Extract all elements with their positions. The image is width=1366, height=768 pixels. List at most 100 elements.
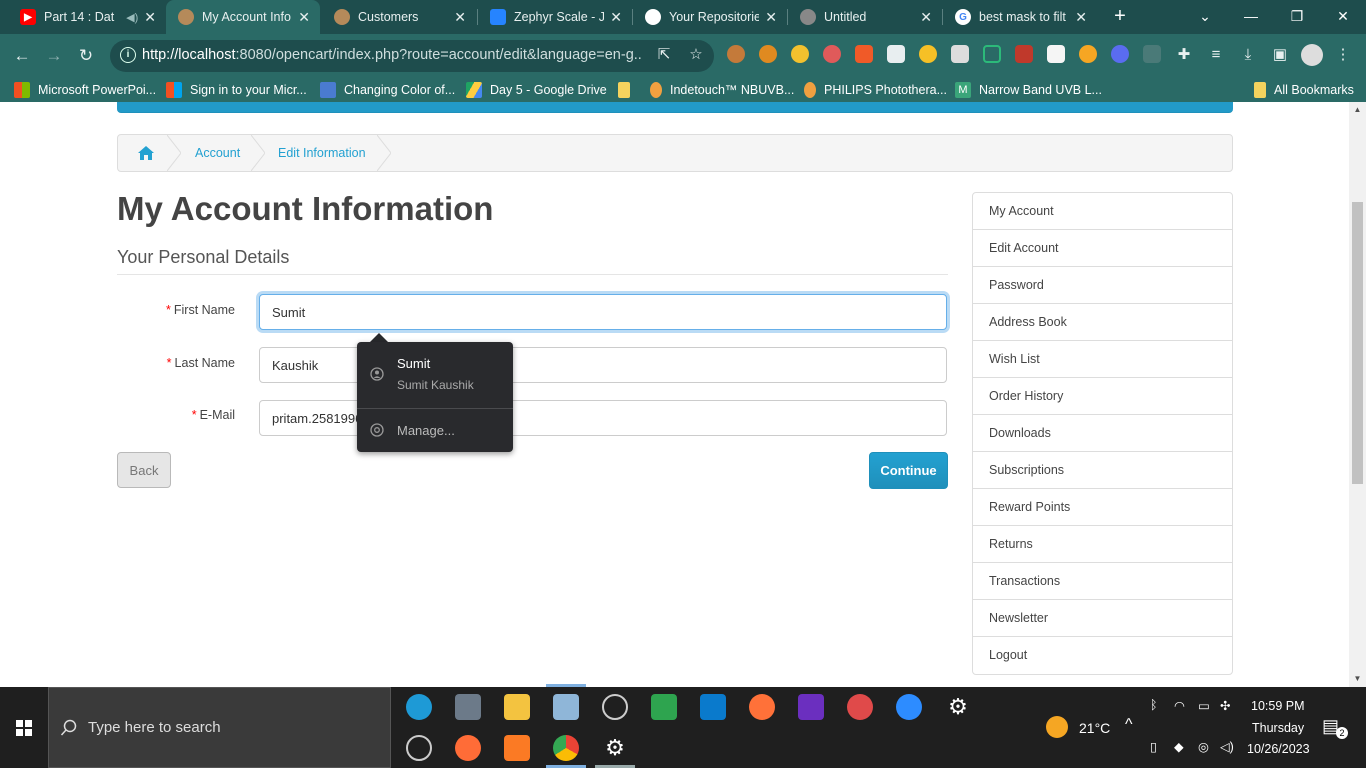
side-panel-icon[interactable]: ▣ <box>1270 45 1290 65</box>
notepad-icon[interactable] <box>553 694 579 720</box>
extension-icon[interactable] <box>1143 45 1161 63</box>
share-icon[interactable]: ⇱ <box>654 45 674 65</box>
extension-icon[interactable] <box>1047 45 1065 63</box>
clock-time[interactable]: 10:59 PM <box>1251 699 1305 713</box>
tab-google-search[interactable]: G best mask to filt ✕ <box>943 0 1097 34</box>
tab-untitled[interactable]: Untitled ✕ <box>788 0 942 34</box>
file-explorer-icon[interactable] <box>504 694 530 720</box>
intellij-icon[interactable] <box>798 694 824 720</box>
calculator-icon[interactable] <box>455 694 481 720</box>
obs-icon[interactable] <box>602 694 628 720</box>
sidebar-item-subscriptions[interactable]: Subscriptions <box>973 452 1232 489</box>
extension-cookie-icon[interactable] <box>727 45 745 63</box>
bluetooth-icon[interactable]: ᛒ <box>1150 698 1158 712</box>
speaker-muted-icon[interactable]: ◀) <box>126 11 138 24</box>
maximize-button[interactable]: ❐ <box>1274 0 1320 34</box>
breadcrumb-account[interactable]: Account <box>195 135 240 171</box>
network-icon[interactable]: ✣ <box>1220 698 1230 713</box>
scroll-thumb[interactable] <box>1352 202 1363 484</box>
extension-icon[interactable] <box>823 45 841 63</box>
all-bookmarks-button[interactable]: All Bookmarks <box>1254 80 1354 100</box>
extension-icon[interactable] <box>1015 45 1033 63</box>
settings-gear-icon[interactable]: ⚙ <box>602 735 628 761</box>
settings-gear-icon[interactable]: ⚙ <box>945 694 971 720</box>
reload-icon[interactable]: ↻ <box>73 43 99 69</box>
back-arrow-icon[interactable]: ← <box>9 43 35 69</box>
extensions-puzzle-icon[interactable]: ✚ <box>1174 45 1194 65</box>
download-icon[interactable]: ⤓ <box>1238 45 1258 65</box>
tab-search-icon[interactable]: ⌄ <box>1182 0 1228 34</box>
home-icon[interactable] <box>137 145 155 161</box>
app-tray-icon[interactable]: ◆ <box>1174 739 1184 754</box>
site-info-icon[interactable]: i <box>120 47 136 63</box>
sidebar-item-returns[interactable]: Returns <box>973 526 1232 563</box>
page-scrollbar[interactable]: ▲ ▼ <box>1349 102 1366 687</box>
url-text[interactable]: http://localhost:8080/opencart/index.php… <box>142 47 642 63</box>
close-tab-icon[interactable]: ✕ <box>454 9 466 26</box>
sidebar-item-reward-points[interactable]: Reward Points <box>973 489 1232 526</box>
sidebar-item-address-book[interactable]: Address Book <box>973 304 1232 341</box>
extension-icon[interactable] <box>791 45 809 63</box>
sidebar-item-logout[interactable]: Logout <box>973 637 1232 674</box>
bookmark-item[interactable]: Day 5 - Google Drive <box>466 80 607 100</box>
autofill-manage[interactable]: Manage... <box>397 423 455 438</box>
extension-icon[interactable] <box>983 45 1001 63</box>
bookmark-item[interactable]: Sign in to your Micr... <box>166 80 307 100</box>
sidebar-item-newsletter[interactable]: Newsletter <box>973 600 1232 637</box>
bookmark-folder[interactable] <box>618 80 638 100</box>
extension-icon[interactable] <box>1111 45 1129 63</box>
sidebar-item-edit-account[interactable]: Edit Account <box>973 230 1232 267</box>
tray-chevron-up-icon[interactable]: ^ <box>1125 716 1133 734</box>
close-tab-icon[interactable]: ✕ <box>765 9 777 26</box>
sidebar-item-order-history[interactable]: Order History <box>973 378 1232 415</box>
close-tab-icon[interactable]: ✕ <box>920 9 932 26</box>
qa-preview-icon[interactable] <box>651 694 677 720</box>
tab-youtube[interactable]: ▶ Part 14 : Dat ◀) ✕ <box>8 0 166 34</box>
tab-github[interactable]: Your Repositorie ✕ <box>633 0 787 34</box>
close-tab-icon[interactable]: ✕ <box>1075 9 1087 26</box>
usb-icon[interactable]: ▯ <box>1150 739 1157 754</box>
extension-icon[interactable] <box>1079 45 1097 63</box>
bookmark-star-icon[interactable]: ☆ <box>686 45 706 65</box>
postman-icon[interactable] <box>455 735 481 761</box>
continue-button[interactable]: Continue <box>869 452 948 489</box>
sidebar-item-downloads[interactable]: Downloads <box>973 415 1232 452</box>
menu-kebab-icon[interactable]: ⋮ <box>1333 45 1353 65</box>
extension-icon[interactable] <box>919 45 937 63</box>
battery-icon[interactable]: ▭ <box>1198 698 1210 713</box>
clock-day[interactable]: Thursday <box>1252 721 1304 735</box>
chrome-icon[interactable] <box>553 735 579 761</box>
clock-date[interactable]: 10/26/2023 <box>1247 742 1310 756</box>
xampp-icon[interactable] <box>504 735 530 761</box>
vscode-icon[interactable] <box>700 694 726 720</box>
eyedropper-icon[interactable] <box>887 45 905 63</box>
extension-icon[interactable] <box>951 45 969 63</box>
tab-customers[interactable]: Customers ✕ <box>322 0 476 34</box>
close-tab-icon[interactable]: ✕ <box>298 9 310 26</box>
sidebar-item-transactions[interactable]: Transactions <box>973 563 1232 600</box>
snipping-tool-icon[interactable] <box>847 694 873 720</box>
close-tab-icon[interactable]: ✕ <box>610 9 622 26</box>
sidebar-item-password[interactable]: Password <box>973 267 1232 304</box>
back-button[interactable]: Back <box>117 452 171 488</box>
bookmark-item[interactable]: PHILIPS Photothera... <box>804 80 947 100</box>
bookmark-item[interactable]: Indetouch™ NBUVB... <box>650 80 794 100</box>
extension-icon[interactable] <box>855 45 873 63</box>
extension-icon[interactable] <box>759 45 777 63</box>
scroll-up-icon[interactable]: ▲ <box>1352 105 1363 115</box>
breadcrumb-edit-information[interactable]: Edit Information <box>278 135 366 171</box>
autofill-suggestion-detail[interactable]: Sumit Kaushik <box>397 378 474 392</box>
tab-zephyr[interactable]: Zephyr Scale - Ji ✕ <box>478 0 632 34</box>
close-tab-icon[interactable]: ✕ <box>144 9 156 26</box>
close-window-button[interactable]: ✕ <box>1320 0 1366 34</box>
minimize-button[interactable]: — <box>1228 0 1274 34</box>
weather-icon[interactable] <box>1046 716 1068 738</box>
edge-icon[interactable] <box>406 694 432 720</box>
bookmark-item[interactable]: M Narrow Band UVB L... <box>955 80 1102 100</box>
autofill-suggestion[interactable]: Sumit <box>397 356 430 371</box>
sidebar-item-my-account[interactable]: My Account <box>973 193 1232 230</box>
firefox-icon[interactable] <box>749 694 775 720</box>
new-tab-button[interactable]: + <box>1108 5 1132 29</box>
bookmark-item[interactable]: Changing Color of... <box>320 80 455 100</box>
volume-icon[interactable]: ◁) <box>1220 739 1234 754</box>
